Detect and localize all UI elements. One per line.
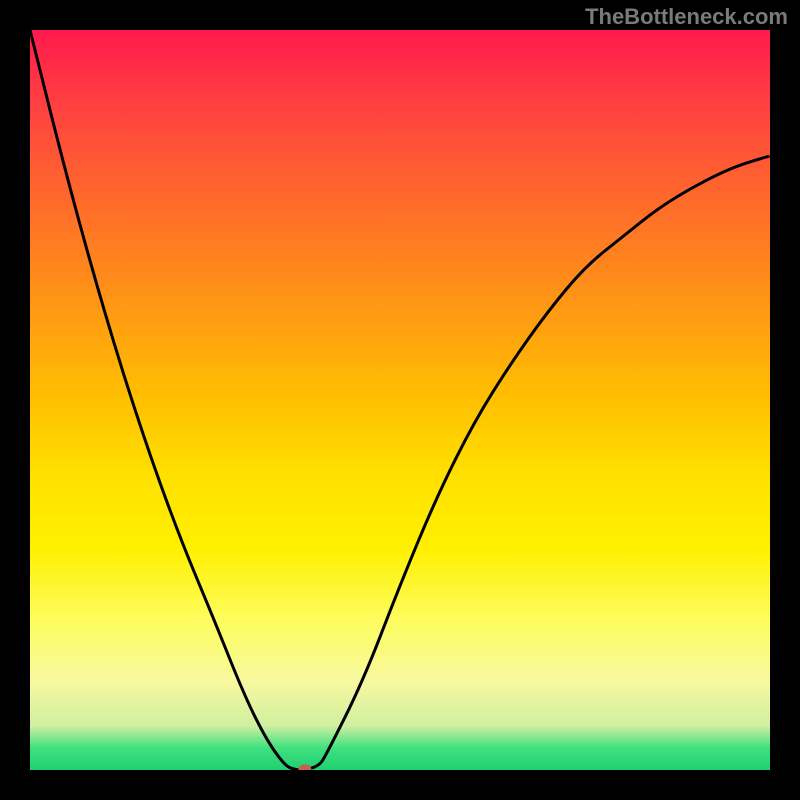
minimum-marker [299, 765, 312, 771]
plot-area [30, 30, 770, 770]
bottleneck-curve [30, 30, 770, 770]
curve-path [30, 30, 770, 770]
watermark-label: TheBottleneck.com [585, 4, 788, 30]
